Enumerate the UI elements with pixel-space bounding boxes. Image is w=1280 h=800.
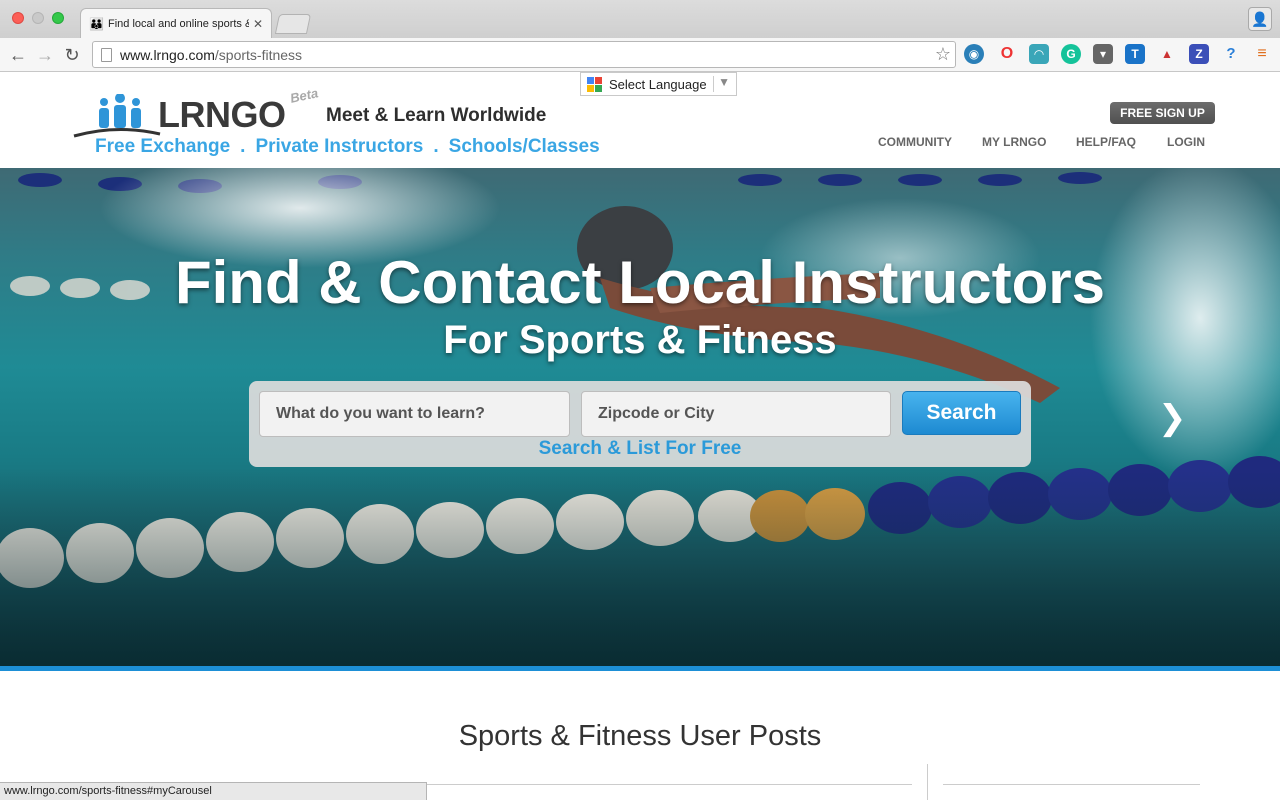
search-button[interactable]: Search (902, 391, 1021, 435)
learn-search-input[interactable] (259, 391, 570, 437)
reload-icon[interactable]: ↻ (60, 43, 84, 67)
beta-badge: Beta (288, 85, 320, 106)
shirt-extension-icon[interactable]: T (1125, 44, 1145, 64)
close-window-button[interactable] (12, 12, 24, 24)
window-titlebar: 👪 Find local and online sports & ✕ 👤 (0, 0, 1280, 38)
wave-extension-icon[interactable]: ◠ (1029, 44, 1049, 64)
search-list-free-link[interactable]: Search & List For Free (249, 438, 1031, 460)
subnav-private-instructors[interactable]: Private Instructors (255, 136, 423, 157)
profile-icon[interactable]: 👤 (1248, 7, 1272, 31)
menu-icon[interactable]: ≡ (1252, 44, 1272, 64)
web-page: Select Language ▼ LRNGO Beta Meet & Lear… (0, 72, 1280, 800)
carousel-next-chevron-icon[interactable]: ❯ (1158, 398, 1187, 438)
subnav-schools-classes[interactable]: Schools/Classes (449, 136, 600, 157)
status-bar-url: www.lrngo.com/sports-fitness#myCarousel (0, 782, 427, 800)
browser-toolbar: ← → ↻ www.lrngo.com/sports-fitness ☆ ◉ O… (0, 38, 1280, 72)
back-arrow-icon[interactable]: ← (6, 43, 30, 67)
forward-arrow-icon[interactable]: → (33, 43, 57, 67)
opera-extension-icon[interactable]: O (997, 44, 1017, 64)
subnav-free-exchange[interactable]: Free Exchange (95, 136, 230, 157)
subnav-separator: . (240, 136, 246, 157)
divider (927, 764, 928, 800)
divider (427, 784, 912, 785)
tab-title: Find local and online sports & (108, 17, 249, 30)
logo-text: LRNGO (158, 94, 286, 135)
nav-login[interactable]: LOGIN (1167, 135, 1205, 149)
pocket-icon[interactable]: ▾ (1093, 44, 1113, 64)
minimize-window-button[interactable] (32, 12, 44, 24)
lrngo-logo[interactable]: LRNGO Beta (72, 85, 322, 140)
address-bar[interactable]: www.lrngo.com/sports-fitness ☆ (92, 41, 956, 68)
section-title: Sports & Fitness User Posts (458, 720, 822, 752)
bookmark-star-icon[interactable]: ☆ (935, 44, 951, 65)
hero-carousel: Find & Contact Local Instructors For Spo… (0, 168, 1280, 666)
new-tab-button[interactable] (274, 14, 312, 34)
site-favicon-icon: 👪 (89, 16, 104, 31)
stats-extension-icon[interactable]: ▲ (1157, 44, 1177, 64)
nav-my-lrngo[interactable]: MY LRNGO (982, 135, 1046, 149)
free-signup-button[interactable]: FREE SIGN UP (1110, 102, 1215, 124)
maximize-window-button[interactable] (52, 12, 64, 24)
site-tagline: Meet & Learn Worldwide (326, 105, 547, 126)
language-select[interactable]: Select Language ▼ (580, 72, 737, 96)
browser-tab-active[interactable]: 👪 Find local and online sports & ✕ (80, 8, 272, 38)
hero-accent-bar (0, 666, 1280, 671)
address-url: www.lrngo.com/sports-fitness (120, 46, 303, 63)
nav-community[interactable]: COMMUNITY (878, 135, 952, 149)
location-search-input[interactable] (581, 391, 891, 437)
nav-help-faq[interactable]: HELP/FAQ (1076, 135, 1136, 149)
service-subnav: Free Exchange. Private Instructors. School… (95, 136, 606, 158)
people-logo-icon (73, 94, 161, 138)
hero-headline: Find & Contact Local Instructors (174, 249, 1106, 316)
search-panel: Search Search & List For Free (249, 381, 1031, 467)
divider (943, 784, 1200, 785)
chevron-down-icon: ▼ (718, 75, 730, 89)
subnav-separator: . (433, 136, 439, 157)
extension-new-icon[interactable]: ◉ (964, 44, 984, 64)
hero-subheadline: For Sports & Fitness (443, 318, 837, 362)
page-icon (101, 47, 112, 62)
google-translate-icon (587, 76, 602, 92)
tab-close-icon[interactable]: ✕ (253, 17, 263, 31)
zotero-icon[interactable]: Z (1189, 44, 1209, 64)
help-extension-icon[interactable]: ? (1221, 44, 1241, 64)
language-label: Select Language (609, 76, 707, 92)
grammarly-icon[interactable]: G (1061, 44, 1081, 64)
